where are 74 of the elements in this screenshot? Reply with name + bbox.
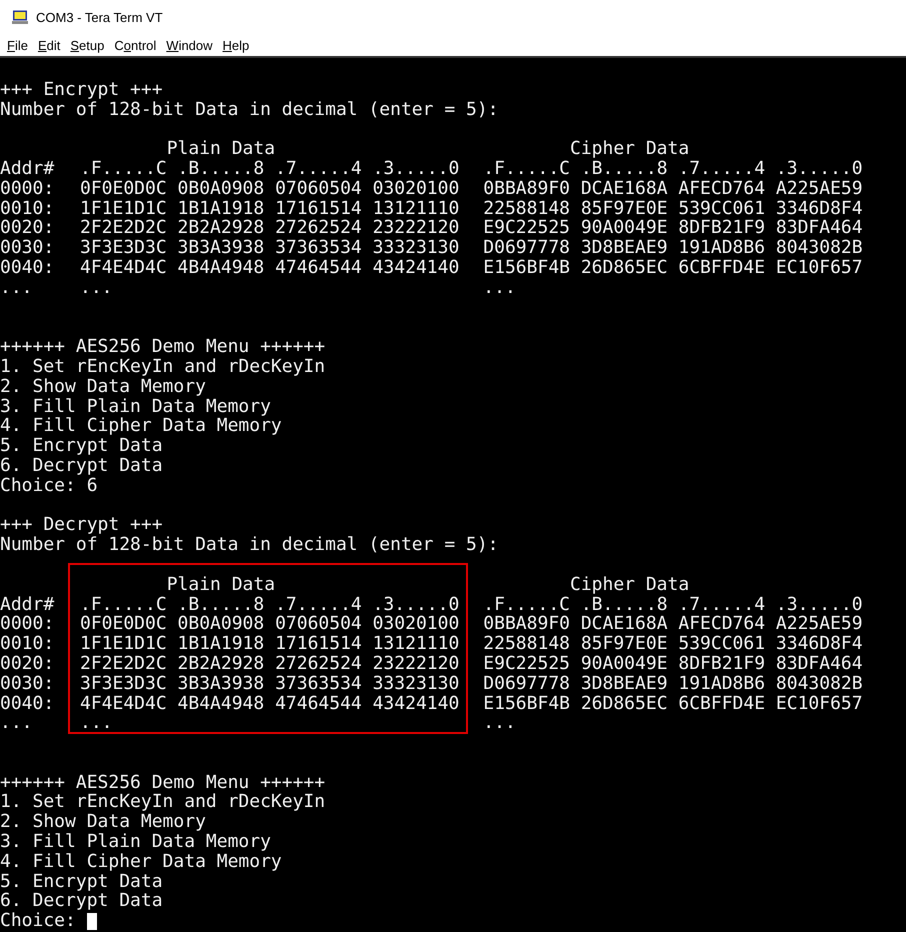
address-label: 0010: [0, 633, 54, 654]
ellipsis: ... [483, 276, 516, 298]
column-header: .F.....C .B.....8 .7.....4 .3.....0 [80, 594, 460, 615]
address-label: 0040: [0, 692, 54, 714]
terminal-line: 5. Encrypt Data [0, 435, 163, 456]
hex-row: E156BF4B 26D865EC 6CBFFD4E EC10F657 [483, 692, 863, 714]
hex-row: 4F4E4D4C 4B4A4948 47464544 43424140 [80, 692, 460, 714]
terminal-line: 6. Decrypt Data [0, 454, 163, 476]
section-title: Cipher Data [570, 574, 690, 595]
hex-row: 2F2E2D2C 2B2A2928 27262524 23222120 [80, 652, 460, 674]
address-label: 0020: [0, 217, 54, 238]
terminal-line: 2. Show Data Memory [0, 376, 206, 397]
address-label: 0040: [0, 256, 54, 278]
terminal-line: 4. Fill Cipher Data Memory [0, 850, 282, 872]
section-title: Plain Data [166, 138, 276, 160]
app-icon [12, 10, 28, 24]
address-label: 0000: [0, 178, 54, 199]
hex-row: D0697778 3D8BEAE9 191AD8B6 8043082B [483, 672, 863, 694]
ellipsis: ... [0, 276, 33, 298]
hex-row: 0F0E0D0C 0B0A0908 07060504 03020100 [80, 613, 460, 634]
hex-row: E9C22525 90A0049E 8DFB21F9 83DFA464 [483, 652, 863, 674]
hex-row: 1F1E1D1C 1B1A1918 17161514 13121110 [80, 633, 460, 654]
hex-row: 0BBA89F0 DCAE168A AFECD764 A225AE59 [483, 178, 863, 199]
terminal-line: Number of 128-bit Data in decimal (enter = 5): [0, 98, 498, 120]
menu-item[interactable]: Help [218, 38, 254, 52]
terminal-line: 3. Fill Plain Data Memory [0, 396, 271, 417]
menu-item[interactable]: Setup [65, 38, 110, 52]
hex-row: 2F2E2D2C 2B2A2928 27262524 23222120 [80, 217, 460, 238]
terminal-line: 1. Set rEncKeyIn and rDecKeyIn [0, 791, 326, 812]
terminal-line: Choice: 6 [0, 474, 98, 496]
hex-row: E9C22525 90A0049E 8DFB21F9 83DFA464 [483, 217, 863, 238]
menu-item[interactable]: Control [109, 38, 162, 52]
ellipsis: ... [80, 712, 113, 734]
column-header: Addr# [0, 158, 54, 179]
ellipsis: ... [0, 712, 33, 734]
address-label: 0020: [0, 652, 54, 674]
column-header: .F.....C .B.....8 .7.....4 .3.....0 [483, 594, 863, 615]
menu-item[interactable]: Window [161, 38, 218, 52]
hex-row: 0BBA89F0 DCAE168A AFECD764 A225AE59 [483, 613, 863, 634]
section-title: Cipher Data [570, 138, 690, 160]
ellipsis: ... [483, 712, 516, 734]
hex-row: E156BF4B 26D865EC 6CBFFD4E EC10F657 [483, 256, 863, 278]
address-label: 0030: [0, 672, 54, 694]
hex-row: 3F3E3D3C 3B3A3938 37363534 33323130 [80, 237, 460, 258]
terminal-line: Choice: [0, 911, 76, 932]
hex-row: 0F0E0D0C 0B0A0908 07060504 03020100 [80, 178, 460, 199]
column-header: .F.....C .B.....8 .7.....4 .3.....0 [80, 158, 460, 179]
address-label: 0010: [0, 198, 54, 219]
address-label: 0030: [0, 237, 54, 258]
terminal-line: ++++++ AES256 Demo Menu ++++++ [0, 772, 326, 793]
hex-row: 1F1E1D1C 1B1A1918 17161514 13121110 [80, 198, 460, 219]
hex-row: D0697778 3D8BEAE9 191AD8B6 8043082B [483, 237, 863, 258]
hex-row: 3F3E3D3C 3B3A3938 37363534 33323130 [80, 672, 460, 694]
hex-row: 22588148 85F97E0E 539CC061 3346D8F4 [483, 633, 863, 654]
hex-row: 4F4E4D4C 4B4A4948 47464544 43424140 [80, 256, 460, 278]
column-header: .F.....C .B.....8 .7.....4 .3.....0 [483, 158, 863, 179]
terminal-line: 3. Fill Plain Data Memory [0, 831, 271, 852]
terminal-line: 2. Show Data Memory [0, 811, 206, 832]
ellipsis: ... [80, 276, 113, 298]
terminal-line: 5. Encrypt Data [0, 870, 163, 892]
terminal-line: Number of 128-bit Data in decimal (enter = 5): [0, 534, 498, 556]
menu-item[interactable]: File [2, 38, 33, 52]
terminal-line: ++++++ AES256 Demo Menu ++++++ [0, 336, 326, 358]
column-header: Addr# [0, 594, 54, 615]
terminal-line: +++ Encrypt +++ [0, 78, 163, 100]
address-label: 0000: [0, 613, 54, 634]
hex-row: 22588148 85F97E0E 539CC061 3346D8F4 [483, 198, 863, 219]
menu-item[interactable]: Edit [32, 38, 66, 52]
terminal-line: +++ Decrypt +++ [0, 514, 163, 536]
terminal-line: 1. Set rEncKeyIn and rDecKeyIn [0, 356, 326, 377]
terminal-line: 4. Fill Cipher Data Memory [0, 415, 282, 436]
section-title: Plain Data [166, 574, 276, 595]
window-title: COM3 - Tera Term VT [36, 10, 163, 24]
terminal-line: 6. Decrypt Data [0, 890, 163, 912]
